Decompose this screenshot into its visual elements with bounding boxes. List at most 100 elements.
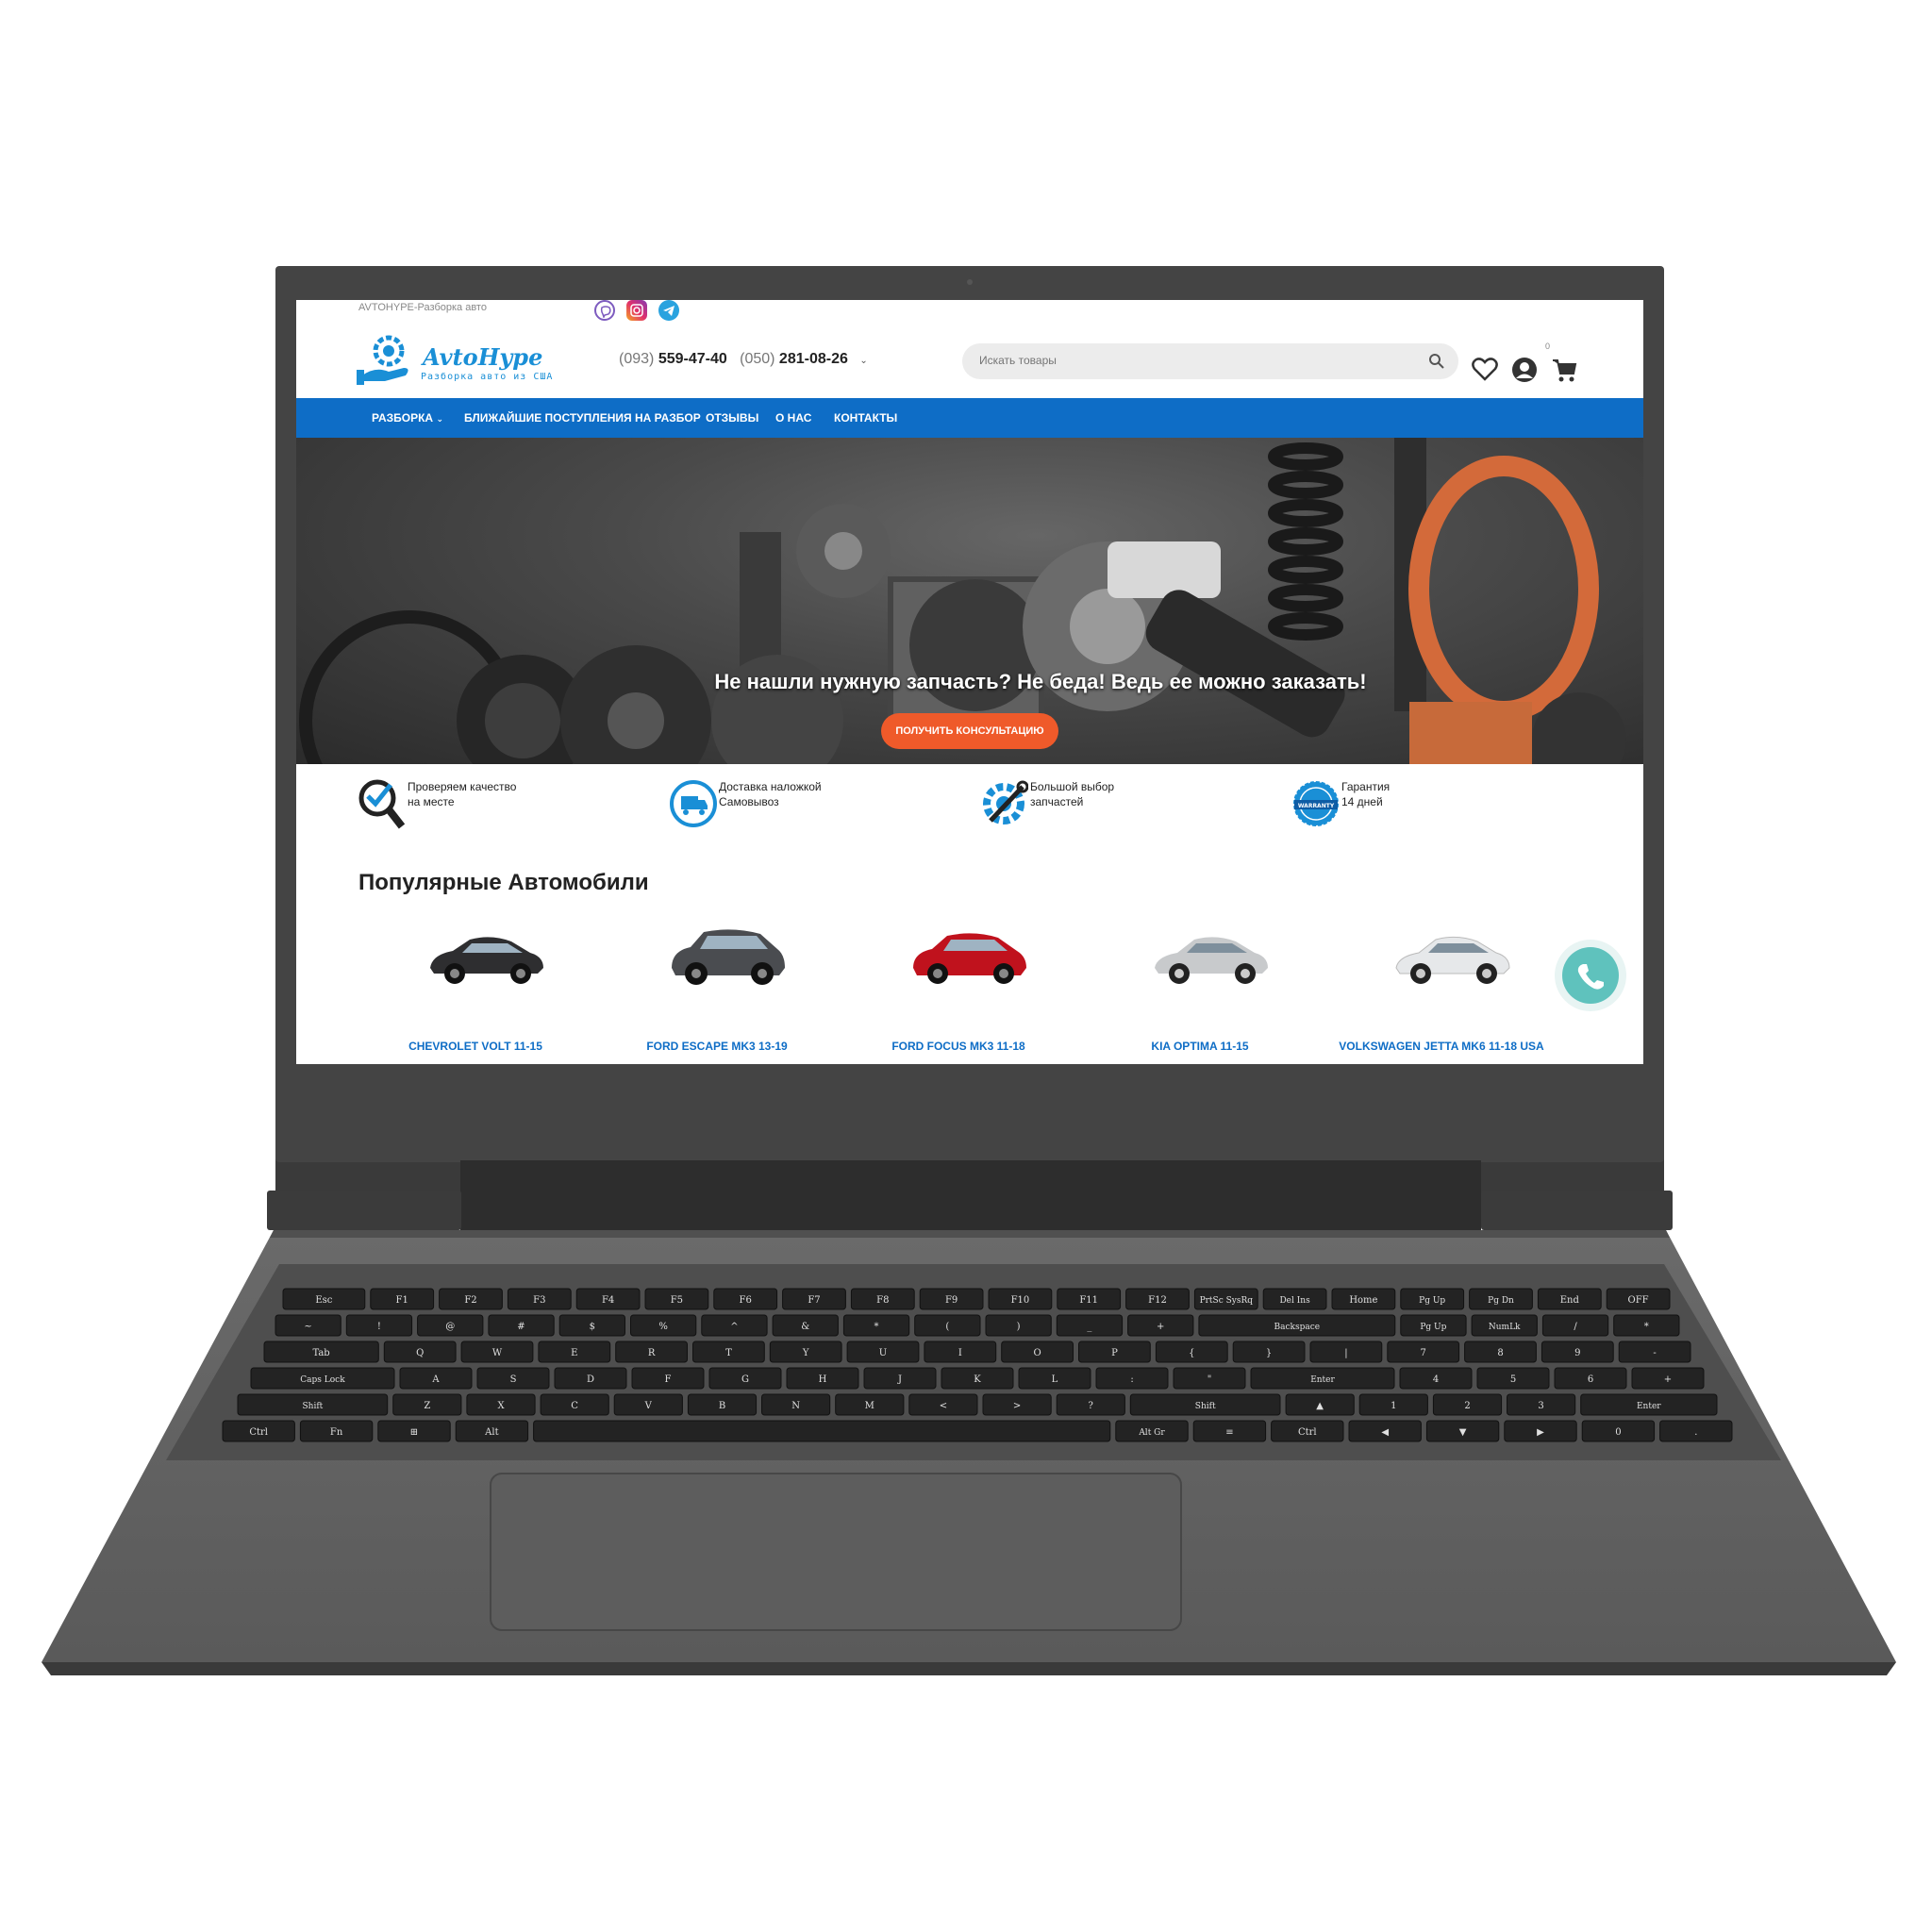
keyboard-key[interactable] (1581, 1420, 1656, 1442)
keyboard-key[interactable] (476, 1367, 550, 1390)
keyboard-key[interactable] (631, 1367, 705, 1390)
keyboard-key[interactable] (1309, 1341, 1383, 1363)
keyboard-key[interactable] (988, 1288, 1053, 1310)
keyboard-key[interactable] (263, 1341, 379, 1363)
keyboard-key[interactable] (1192, 1420, 1267, 1442)
keyboard-key[interactable] (533, 1420, 1111, 1442)
keyboard-key[interactable] (1173, 1367, 1246, 1390)
keyboard-key[interactable] (1193, 1288, 1258, 1310)
cart-icon[interactable] (1551, 357, 1577, 383)
keyboard-key[interactable] (692, 1341, 765, 1363)
keyboard-key[interactable] (1057, 1288, 1122, 1310)
keyboard-key[interactable] (488, 1314, 555, 1337)
keyboard-key[interactable] (761, 1393, 831, 1416)
viber-icon[interactable] (594, 300, 615, 321)
keyboard-key[interactable] (613, 1393, 683, 1416)
keyboard-key[interactable] (1659, 1420, 1733, 1442)
keyboard-key[interactable] (1471, 1314, 1538, 1337)
keyboard-key[interactable] (769, 1341, 842, 1363)
keyboard-key[interactable] (1541, 1314, 1609, 1337)
phone-numbers[interactable]: (093) 559-47-40 (050) 281-08-26 ⌄ (619, 351, 868, 368)
keyboard-key[interactable] (914, 1314, 981, 1337)
keyboard-key[interactable] (1125, 1288, 1190, 1310)
keyboard-key[interactable] (1476, 1367, 1550, 1390)
keyboard-key[interactable] (1018, 1367, 1091, 1390)
keyboard-key[interactable] (1115, 1420, 1189, 1442)
nav-item-contacts[interactable]: КОНТАКТЫ (834, 411, 897, 425)
keyboard-key[interactable] (1129, 1393, 1281, 1416)
car-card[interactable]: FORD ESCAPE MK3 13-19 (604, 923, 830, 1064)
search-icon[interactable] (1428, 353, 1445, 370)
chevron-down-icon[interactable]: ⌄ (859, 356, 867, 366)
keyboard-key[interactable] (782, 1288, 846, 1310)
keyboard-key[interactable] (924, 1341, 997, 1363)
keyboard-key[interactable] (846, 1341, 920, 1363)
keyboard-key[interactable] (985, 1314, 1052, 1337)
keyboard-key[interactable] (417, 1314, 484, 1337)
keyboard-key[interactable] (1400, 1288, 1465, 1310)
keyboard-key[interactable] (1580, 1393, 1718, 1416)
keyboard-key[interactable] (708, 1367, 782, 1390)
keyboard-key[interactable] (345, 1314, 413, 1337)
keyboard-key[interactable] (275, 1314, 341, 1337)
keyboard-key[interactable] (538, 1341, 611, 1363)
keyboard-key[interactable] (1631, 1367, 1705, 1390)
keyboard-key[interactable] (982, 1393, 1052, 1416)
keyboard-key[interactable] (1400, 1314, 1467, 1337)
keyboard-key[interactable] (842, 1314, 910, 1337)
keyboard-key[interactable] (772, 1314, 839, 1337)
keyboard-key[interactable] (1155, 1341, 1228, 1363)
heart-icon[interactable] (1472, 357, 1498, 381)
keyboard-key[interactable] (701, 1314, 768, 1337)
keyboard-key[interactable] (850, 1288, 915, 1310)
car-card[interactable]: FORD FOCUS MK3 11-18 (845, 923, 1072, 1064)
nav-item-razborka[interactable]: РАЗБОРКА ⌄ (372, 411, 443, 425)
car-card[interactable]: KIA OPTIMA 11-15 (1087, 923, 1313, 1064)
keyboard-key[interactable] (908, 1393, 978, 1416)
keyboard-key[interactable] (507, 1288, 572, 1310)
keyboard-key[interactable] (644, 1288, 709, 1310)
keyboard-key[interactable] (1271, 1420, 1344, 1442)
keyboard-key[interactable] (370, 1288, 435, 1310)
nav-item-upcoming[interactable]: БЛИЖАЙШИЕ ПОСТУПЛЕНИЯ НА РАЗБОР (464, 411, 701, 425)
keyboard-key[interactable] (299, 1420, 374, 1442)
car-label[interactable]: FORD ESCAPE MK3 13-19 (604, 1040, 830, 1053)
keyboard-key[interactable] (1001, 1341, 1074, 1363)
telegram-icon[interactable] (658, 300, 679, 321)
search-input[interactable] (979, 354, 1394, 367)
keyboard-key[interactable] (455, 1420, 529, 1442)
keyboard-key[interactable] (1537, 1288, 1602, 1310)
keyboard-key[interactable] (1348, 1420, 1422, 1442)
keyboard-key[interactable] (250, 1367, 395, 1390)
keyboard-key[interactable] (1095, 1367, 1169, 1390)
keyboard-key[interactable] (687, 1393, 758, 1416)
keyboard-key[interactable] (1056, 1393, 1125, 1416)
keyboard-key[interactable] (1127, 1314, 1194, 1337)
logo[interactable]: AvtoHype Разборка авто из США (357, 328, 564, 391)
keyboard-key[interactable] (558, 1314, 626, 1337)
keyboard-key[interactable] (1358, 1393, 1428, 1416)
keyboard-key[interactable] (1285, 1393, 1355, 1416)
instagram-icon[interactable] (626, 300, 647, 321)
keyboard-key[interactable] (540, 1393, 609, 1416)
keyboard-key[interactable] (282, 1288, 366, 1310)
car-card[interactable]: CHEVROLET VOLT 11-15 (362, 923, 589, 1064)
keyboard-key[interactable] (835, 1393, 905, 1416)
keyboard-key[interactable] (383, 1341, 457, 1363)
keyboard-key[interactable] (1198, 1314, 1396, 1337)
keyboard-key[interactable] (237, 1393, 389, 1416)
keyboard-key[interactable] (575, 1288, 641, 1310)
keyboard-key[interactable] (1056, 1314, 1124, 1337)
keyboard-key[interactable] (460, 1341, 534, 1363)
keyboard-key[interactable] (863, 1367, 937, 1390)
keyboard-key[interactable] (1387, 1341, 1460, 1363)
keyboard-key[interactable] (1331, 1288, 1396, 1310)
car-label[interactable]: KIA OPTIMA 11-15 (1087, 1040, 1313, 1053)
keyboard-key[interactable] (399, 1367, 473, 1390)
nav-item-about[interactable]: О НАС (775, 411, 811, 425)
keyboard-key[interactable] (1613, 1314, 1680, 1337)
keyboard-key[interactable] (1507, 1393, 1576, 1416)
keyboard-key[interactable] (1504, 1420, 1577, 1442)
touchpad[interactable] (490, 1473, 1182, 1631)
keyboard-key[interactable] (1541, 1341, 1614, 1363)
